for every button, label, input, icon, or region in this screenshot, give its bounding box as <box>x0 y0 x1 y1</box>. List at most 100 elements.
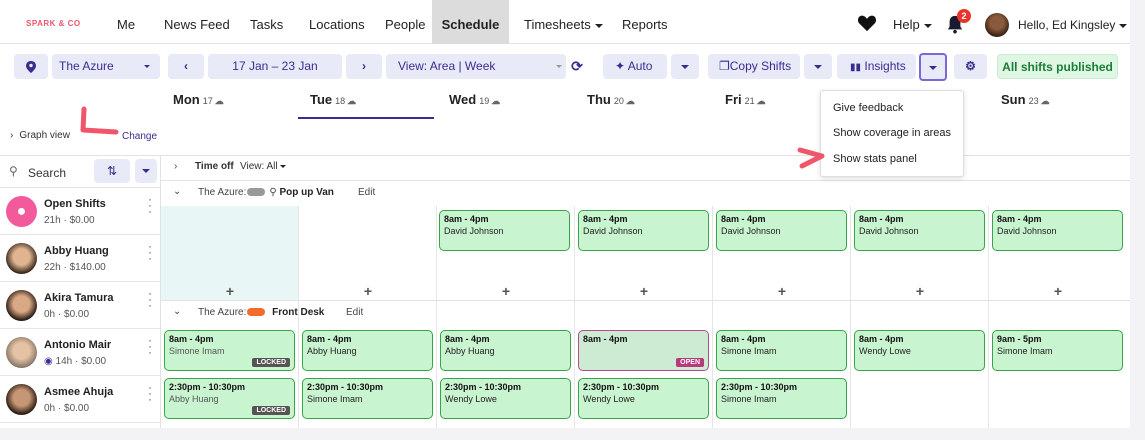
view-select-value: View: Area | Week <box>398 59 496 73</box>
shift-card[interactable]: 8am - 4pm David Johnson <box>992 210 1123 251</box>
time-off-view-select[interactable]: View: All <box>240 161 286 172</box>
person-row-antonio-mair[interactable]: Antonio Mair ◉ 14h · $0.00 · · · <box>0 329 160 376</box>
shift-time: 2:30pm - 10:30pm <box>445 382 522 392</box>
shift-card[interactable]: 8am - 4pm Simone Imam LOCKED <box>164 330 295 371</box>
refresh-button[interactable]: ⟳ <box>566 54 588 79</box>
column-divider <box>712 206 713 428</box>
nav-timesheets[interactable]: Timesheets <box>524 0 603 44</box>
person-row-asmee-ahuja[interactable]: Asmee Ahuja 0h · $0.00 · · · <box>0 376 160 423</box>
auto-button[interactable]: ✦ Auto <box>603 54 667 79</box>
area-edit-link[interactable]: Edit <box>346 307 363 318</box>
shift-card[interactable]: 8am - 4pm Abby Huang <box>302 330 433 371</box>
weather-icon: ☁ <box>1040 96 1050 106</box>
chevron-down-icon[interactable]: ⌄ <box>173 306 181 317</box>
more-options-icon[interactable]: · · · <box>148 381 152 405</box>
prev-week-button[interactable]: ‹ <box>168 54 204 79</box>
shift-card[interactable]: 8am - 4pm Wendy Lowe <box>854 330 985 371</box>
shift-card[interactable]: 8am - 4pm David Johnson <box>716 210 847 251</box>
nav-people[interactable]: People <box>385 0 425 44</box>
nav-news-feed[interactable]: News Feed <box>164 0 230 44</box>
chevron-down-icon <box>923 23 932 28</box>
add-shift-icon[interactable]: + <box>638 283 650 299</box>
chevron-down-icon[interactable]: ⌄ <box>173 186 181 197</box>
chevron-down-icon <box>594 23 603 28</box>
area-edit-link[interactable]: Edit <box>358 187 375 198</box>
next-week-button[interactable]: › <box>346 54 382 79</box>
day-number: 21 <box>744 96 755 106</box>
chevron-down-icon <box>556 65 562 68</box>
nav-tasks[interactable]: Tasks <box>250 0 283 44</box>
person-row-open-shifts[interactable]: ● Open Shifts 21h · $0.00 · · · <box>0 188 160 235</box>
weather-icon: ☁ <box>214 96 224 106</box>
add-shift-icon[interactable]: + <box>362 283 374 299</box>
sort-button[interactable]: ⇅ <box>94 159 130 183</box>
time-off-label[interactable]: Time off <box>195 161 234 172</box>
add-shift-icon[interactable]: + <box>224 283 236 299</box>
sort-dropdown-button[interactable] <box>135 159 157 183</box>
heart-icon[interactable] <box>857 14 877 32</box>
copy-shifts-button[interactable]: ❐Copy Shifts <box>708 54 800 79</box>
location-pin-button[interactable] <box>14 54 48 79</box>
user-menu[interactable]: Hello, Ed Kingsley <box>1018 0 1128 44</box>
more-options-icon[interactable]: · · · <box>148 240 152 264</box>
shift-card[interactable]: 8am - 4pm Simone Imam <box>716 330 847 371</box>
avatar <box>6 290 37 321</box>
shift-employee: David Johnson <box>859 226 919 236</box>
day-header-sun[interactable]: Sun 23 ☁ <box>1001 92 1050 118</box>
date-range-picker[interactable]: 17 Jan – 23 Jan <box>208 54 342 79</box>
insights-dropdown-button[interactable] <box>919 53 947 81</box>
day-header-tue[interactable]: Tue 18 ☁ <box>310 92 356 118</box>
menu-item-give-feedback[interactable]: Give feedback <box>833 102 903 114</box>
chevron-right-icon[interactable]: › <box>174 161 177 172</box>
auto-dropdown-button[interactable] <box>671 54 699 79</box>
add-shift-icon[interactable]: + <box>500 283 512 299</box>
day-header-thu[interactable]: Thu 20 ☁ <box>587 92 635 118</box>
nav-me[interactable]: Me <box>117 0 135 44</box>
more-options-icon[interactable]: · · · <box>148 287 152 311</box>
publish-status-button[interactable]: All shifts published <box>997 54 1118 79</box>
settings-button[interactable]: ⚙ <box>954 54 987 79</box>
view-select[interactable]: View: Area | Week <box>386 54 566 79</box>
more-options-icon[interactable]: · · · <box>148 193 152 217</box>
nav-locations[interactable]: Locations <box>309 0 365 44</box>
shift-card[interactable]: 8am - 4pm Abby Huang <box>440 330 571 371</box>
nav-reports[interactable]: Reports <box>622 0 668 44</box>
add-shift-icon[interactable]: + <box>776 283 788 299</box>
menu-item-show-coverage[interactable]: Show coverage in areas <box>833 127 951 139</box>
shift-employee: Simone Imam <box>997 346 1053 356</box>
shift-card[interactable]: 8am - 4pm David Johnson <box>439 210 570 251</box>
shift-card[interactable]: 8am - 4pm David Johnson <box>854 210 985 251</box>
menu-item-show-stats-panel[interactable]: Show stats panel <box>833 153 917 165</box>
search-input[interactable]: Search <box>28 166 66 180</box>
shift-card[interactable]: 2:30pm - 10:30pm Simone Imam <box>302 378 433 419</box>
shift-card[interactable]: 2:30pm - 10:30pm Wendy Lowe <box>578 378 709 419</box>
shift-card[interactable]: 2:30pm - 10:30pm Abby Huang LOCKED <box>164 378 295 419</box>
help-menu[interactable]: Help <box>893 0 932 44</box>
copy-shifts-dropdown-button[interactable] <box>804 54 832 79</box>
add-shift-icon[interactable]: + <box>1052 283 1064 299</box>
area-prefix: The Azure: <box>198 307 247 318</box>
shift-card[interactable]: 8am - 4pm David Johnson <box>578 210 709 251</box>
sparkle-icon: ✦ <box>615 59 626 73</box>
day-header-wed[interactable]: Wed 19 ☁ <box>449 92 500 118</box>
person-row-akira-tamura[interactable]: Akira Tamura 0h · $0.00 · · · <box>0 282 160 329</box>
more-options-icon[interactable]: · · · <box>148 334 152 358</box>
user-avatar[interactable] <box>985 13 1009 37</box>
copy-icon: ❐ <box>719 59 730 73</box>
add-shift-icon[interactable]: + <box>914 283 926 299</box>
shift-card[interactable]: 2:30pm - 10:30pm Wendy Lowe <box>440 378 571 419</box>
shift-employee: Wendy Lowe <box>583 394 635 404</box>
shift-time: 8am - 4pm <box>859 214 904 224</box>
person-row-abby-huang[interactable]: Abby Huang 22h · $140.00 · · · <box>0 235 160 282</box>
day-header-mon[interactable]: Mon 17 ☁ <box>173 92 224 118</box>
location-select[interactable]: The Azure <box>52 54 160 79</box>
shift-card[interactable]: 9am - 5pm Simone Imam <box>992 330 1123 371</box>
open-shift-card[interactable]: 8am - 4pm OPEN <box>578 330 709 371</box>
nav-schedule[interactable]: Schedule <box>432 0 509 44</box>
day-header-fri[interactable]: Fri 21 ☁ <box>725 92 766 118</box>
shift-time: 8am - 4pm <box>859 334 904 344</box>
graph-view-toggle[interactable]: › Graph view <box>10 130 70 141</box>
insights-button[interactable]: ▮▮ Insights <box>837 54 916 79</box>
shift-card[interactable]: 2:30pm - 10:30pm Simone Imam <box>716 378 847 419</box>
graph-view-change-link[interactable]: Change <box>122 131 157 142</box>
